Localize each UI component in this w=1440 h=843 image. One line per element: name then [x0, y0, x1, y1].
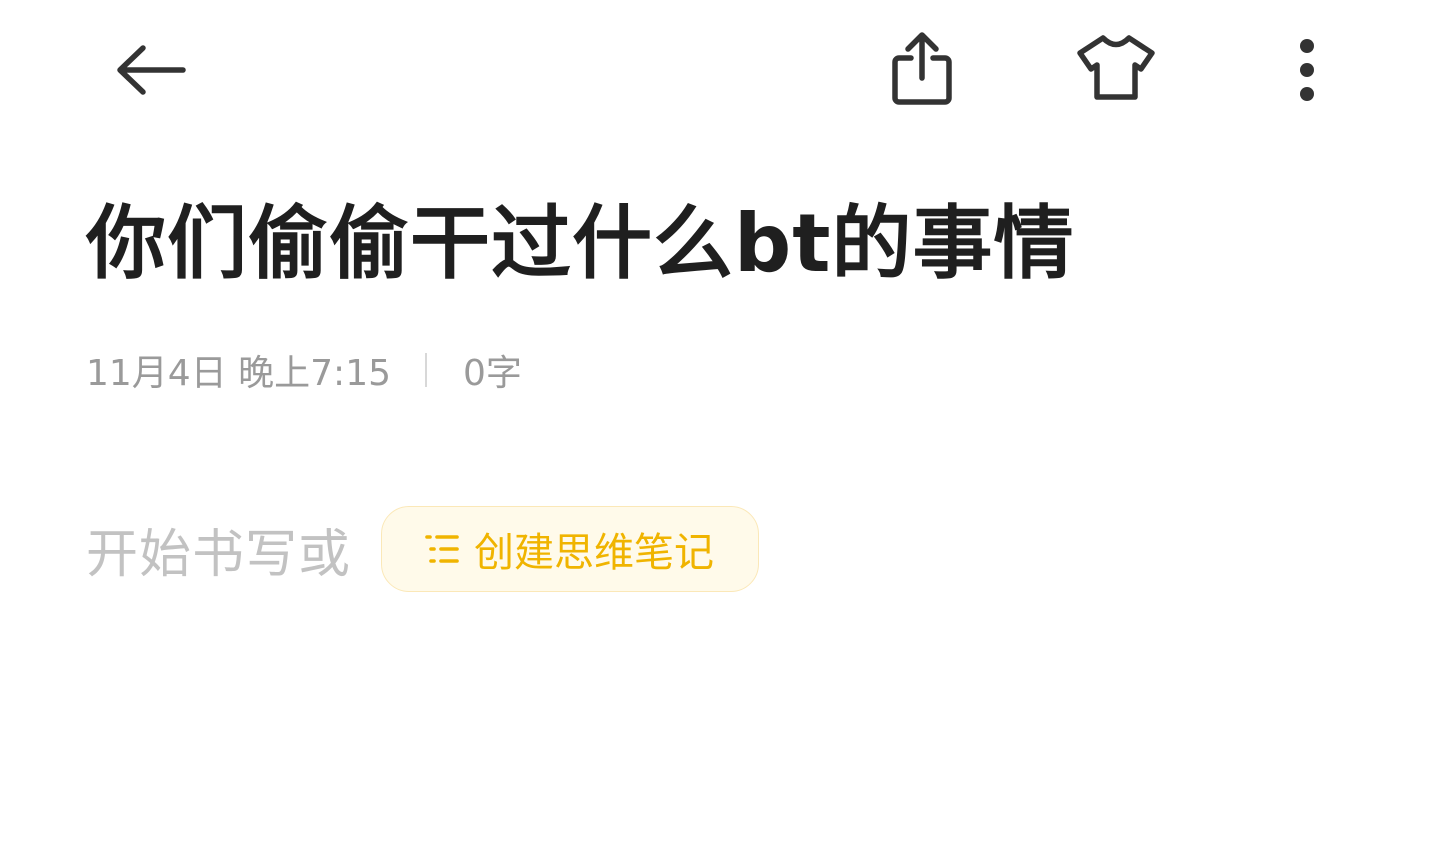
- tshirt-icon: [1077, 35, 1155, 100]
- create-mindmap-label: 创建思维笔记: [474, 530, 715, 576]
- arrow-left-icon: [117, 45, 186, 95]
- back-button[interactable]: [97, 20, 197, 120]
- editor-body[interactable]: 开始书写或 创建思维笔记: [86, 505, 760, 593]
- theme-button[interactable]: [1066, 18, 1166, 118]
- note-meta: 11月4日 晚上7:15 0字: [86, 348, 522, 394]
- editor-placeholder[interactable]: 开始书写或: [86, 512, 351, 587]
- list-icon: [425, 535, 459, 563]
- note-editor-page: 你们偷偷干过什么bt的事情 11月4日 晚上7:15 0字 开始书写或 创建思维…: [0, 0, 1440, 843]
- note-title[interactable]: 你们偷偷干过什么bt的事情: [86, 196, 1386, 292]
- meta-divider: [425, 353, 427, 387]
- create-mindmap-button[interactable]: 创建思维笔记: [381, 506, 760, 592]
- note-date: 11月4日 晚上7:15: [86, 353, 391, 394]
- word-count: 0字: [463, 353, 522, 394]
- share-button[interactable]: [872, 18, 972, 118]
- share-icon: [892, 32, 952, 105]
- more-vertical-icon: [1300, 39, 1314, 101]
- more-button[interactable]: [1257, 20, 1357, 120]
